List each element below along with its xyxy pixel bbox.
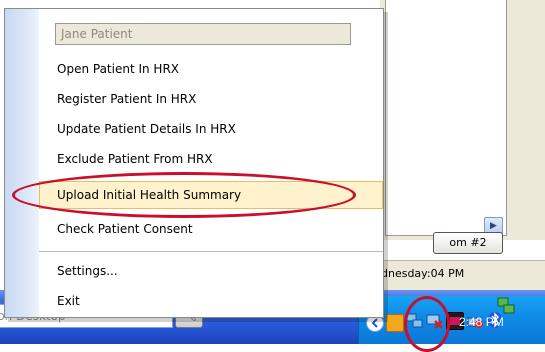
menu-separator bbox=[39, 251, 383, 252]
menu-item-open-patient[interactable]: Open Patient In HRX bbox=[39, 55, 383, 83]
folder-icon[interactable] bbox=[386, 314, 404, 332]
status-text: dnesday:04 PM bbox=[381, 267, 465, 280]
patient-name-header: Jane Patient bbox=[55, 23, 351, 45]
menu-item-exit[interactable]: Exit bbox=[39, 287, 383, 315]
menu-item-register-patient[interactable]: Register Patient In HRX bbox=[39, 85, 383, 113]
annotation-circle-upload bbox=[12, 172, 356, 218]
menu-sidebar bbox=[5, 9, 39, 317]
menu-item-exclude-patient[interactable]: Exclude Patient From HRX bbox=[39, 145, 383, 173]
background-list bbox=[385, 0, 507, 236]
taskbar-clock[interactable]: 2:48 PM bbox=[459, 315, 504, 329]
menu-item-check-consent[interactable]: Check Patient Consent bbox=[39, 215, 383, 243]
room-button[interactable]: om #2 bbox=[433, 232, 503, 254]
menu-item-update-patient[interactable]: Update Patient Details In HRX bbox=[39, 115, 383, 143]
context-menu: Jane Patient Open Patient In HRX Registe… bbox=[4, 8, 384, 318]
menu-item-settings[interactable]: Settings... bbox=[39, 257, 383, 285]
